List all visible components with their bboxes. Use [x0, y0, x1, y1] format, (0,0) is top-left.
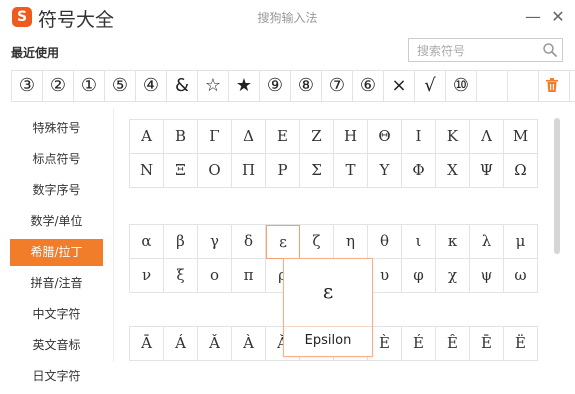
- symbol-cell[interactable]: Ë: [504, 327, 538, 361]
- scrollbar-thumb[interactable]: [554, 118, 560, 254]
- symbol-cell[interactable]: Δ: [232, 120, 266, 154]
- recent-symbol[interactable]: ④: [136, 71, 167, 101]
- symbol-cell[interactable]: Γ: [198, 120, 232, 154]
- symbol-cell[interactable]: Ξ: [164, 154, 198, 188]
- recent-symbol[interactable]: [508, 71, 539, 101]
- recent-symbols: ③ ② ① ⑤ ④ & ☆ ★ ⑨ ⑧ ⑦ ⑥ × √ ⑩: [11, 70, 575, 102]
- minimize-button[interactable]: —: [522, 6, 544, 28]
- symbol-cell[interactable]: È: [368, 327, 402, 361]
- recent-symbol[interactable]: ②: [43, 71, 74, 101]
- symbol-cell[interactable]: α: [130, 225, 164, 259]
- preview-symbol-name: Epsilon: [304, 333, 352, 348]
- symbol-cell[interactable]: Ο: [198, 154, 232, 188]
- symbol-cell[interactable]: Ρ: [266, 154, 300, 188]
- symbol-cell[interactable]: Β: [164, 120, 198, 154]
- sidebar-item[interactable]: 标点符号: [10, 146, 103, 173]
- recent-symbol[interactable]: ★: [229, 71, 260, 101]
- symbol-cell[interactable]: ψ: [470, 259, 504, 293]
- symbol-cell[interactable]: Η: [334, 120, 368, 154]
- close-button[interactable]: ✕: [547, 6, 569, 28]
- recent-symbol[interactable]: √: [415, 71, 446, 101]
- symbol-cell[interactable]: Ι: [402, 120, 436, 154]
- recent-symbol[interactable]: ⑧: [291, 71, 322, 101]
- symbol-preview-popup: ε Epsilon: [283, 258, 373, 357]
- trash-icon[interactable]: [545, 77, 559, 93]
- symbol-cell[interactable]: Ā: [130, 327, 164, 361]
- symbol-cell[interactable]: Ē: [470, 327, 504, 361]
- symbol-cell[interactable]: Θ: [368, 120, 402, 154]
- symbol-cell[interactable]: Τ: [334, 154, 368, 188]
- search-icon[interactable]: [542, 42, 558, 58]
- symbol-cell[interactable]: ξ: [164, 259, 198, 293]
- symbol-cell[interactable]: Α: [130, 120, 164, 154]
- symbol-cell[interactable]: ε: [266, 225, 300, 259]
- symbol-cell[interactable]: Χ: [436, 154, 470, 188]
- symbol-cell[interactable]: θ: [368, 225, 402, 259]
- divider: [284, 326, 372, 327]
- recent-symbol[interactable]: ⑦: [322, 71, 353, 101]
- recent-symbol[interactable]: [477, 71, 508, 101]
- sidebar-item[interactable]: 英文音标: [10, 332, 103, 359]
- symbol-cell[interactable]: β: [164, 225, 198, 259]
- symbol-cell[interactable]: κ: [436, 225, 470, 259]
- recent-symbol[interactable]: ⑩: [446, 71, 477, 101]
- symbol-cell[interactable]: χ: [436, 259, 470, 293]
- symbol-cell[interactable]: Σ: [300, 154, 334, 188]
- symbol-cell[interactable]: Π: [232, 154, 266, 188]
- symbol-cell[interactable]: Ǎ: [198, 327, 232, 361]
- preview-symbol: ε: [322, 279, 334, 303]
- symbol-cell[interactable]: ι: [402, 225, 436, 259]
- sidebar-item[interactable]: 特殊符号: [10, 115, 103, 142]
- recent-label: 最近使用: [11, 46, 60, 60]
- symbol-cell[interactable]: Μ: [504, 120, 538, 154]
- symbol-cell[interactable]: υ: [368, 259, 402, 293]
- symbol-cell[interactable]: ω: [504, 259, 538, 293]
- sidebar-item[interactable]: 数学/单位: [10, 208, 103, 235]
- sidebar-item[interactable]: 日文字符: [10, 363, 103, 390]
- recent-symbol[interactable]: ⑤: [105, 71, 136, 101]
- recent-symbol[interactable]: ⑥: [353, 71, 384, 101]
- symbol-cell[interactable]: Κ: [436, 120, 470, 154]
- symbol-cell[interactable]: Ψ: [470, 154, 504, 188]
- search-input[interactable]: [415, 40, 544, 62]
- title-bar: S 符号大全 搜狗输入法 — ✕: [0, 0, 575, 38]
- symbol-cell[interactable]: ο: [198, 259, 232, 293]
- category-sidebar: 特殊符号标点符号数字序号数学/单位希腊/拉丁拼音/注音中文字符英文音标日文字符: [10, 115, 103, 394]
- symbol-cell[interactable]: Ν: [130, 154, 164, 188]
- symbol-cell[interactable]: Ê: [436, 327, 470, 361]
- symbol-cell[interactable]: Ω: [504, 154, 538, 188]
- symbol-cell[interactable]: Λ: [470, 120, 504, 154]
- divider: [113, 108, 114, 362]
- symbol-cell[interactable]: π: [232, 259, 266, 293]
- sidebar-item[interactable]: 中文字符: [10, 301, 103, 328]
- app-name: 搜狗输入法: [257, 11, 318, 25]
- symbol-cell[interactable]: ζ: [300, 225, 334, 259]
- symbol-cell[interactable]: μ: [504, 225, 538, 259]
- recent-symbol[interactable]: &: [167, 71, 198, 101]
- recent-symbol[interactable]: ☆: [198, 71, 229, 101]
- recent-symbol[interactable]: ①: [74, 71, 105, 101]
- recent-symbol[interactable]: ③: [12, 71, 43, 101]
- symbol-cell[interactable]: É: [402, 327, 436, 361]
- recent-symbol[interactable]: [570, 71, 575, 101]
- symbol-cell[interactable]: Υ: [368, 154, 402, 188]
- symbol-cell[interactable]: Ζ: [300, 120, 334, 154]
- symbol-cell[interactable]: ν: [130, 259, 164, 293]
- sidebar-item[interactable]: 希腊/拉丁: [10, 239, 103, 266]
- symbol-cell[interactable]: η: [334, 225, 368, 259]
- recent-symbol[interactable]: ×: [384, 71, 415, 101]
- symbol-cell[interactable]: Ε: [266, 120, 300, 154]
- symbol-cell[interactable]: δ: [232, 225, 266, 259]
- symbol-cell[interactable]: γ: [198, 225, 232, 259]
- symbol-cell[interactable]: Φ: [402, 154, 436, 188]
- search-box: [408, 38, 563, 62]
- symbol-cell[interactable]: À: [232, 327, 266, 361]
- greek-upper-grid: ΑΒΓΔΕΖΗΘΙΚΛΜ ΝΞΟΠΡΣΤΥΦΧΨΩ: [129, 119, 538, 188]
- symbol-cell[interactable]: Á: [164, 327, 198, 361]
- recent-symbol[interactable]: ⑨: [260, 71, 291, 101]
- sidebar-item[interactable]: 拼音/注音: [10, 270, 103, 297]
- symbol-cell[interactable]: λ: [470, 225, 504, 259]
- symbol-cell[interactable]: φ: [402, 259, 436, 293]
- sidebar-item[interactable]: 数字序号: [10, 177, 103, 204]
